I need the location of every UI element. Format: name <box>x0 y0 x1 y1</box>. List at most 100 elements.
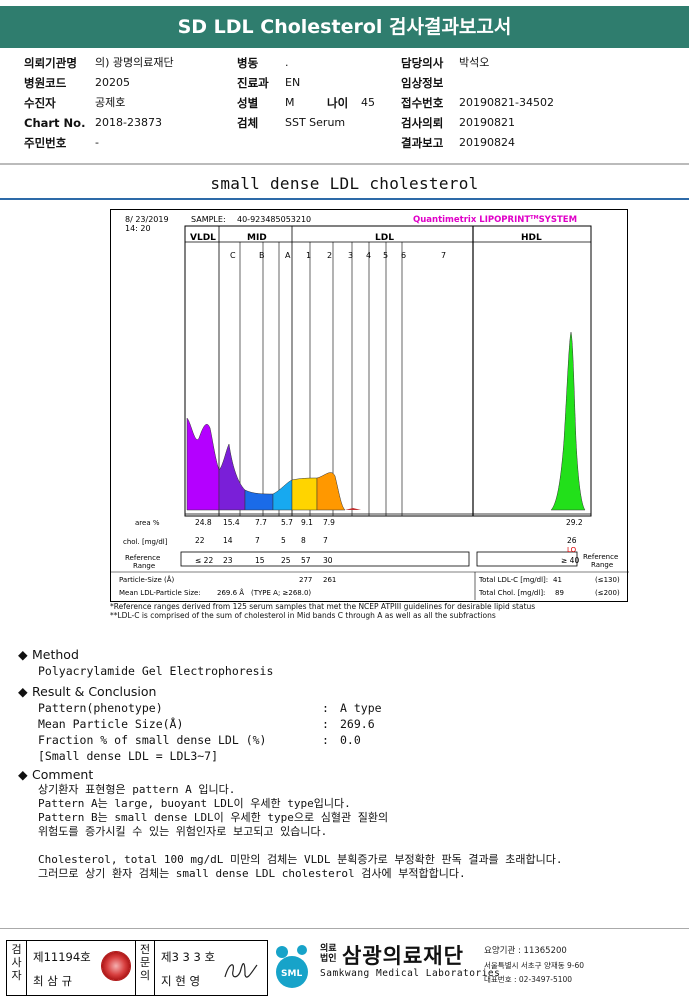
label-age: 나이 <box>327 96 349 110</box>
value-patient: 공제호 <box>95 96 126 109</box>
chol-value: 14 <box>223 536 233 545</box>
peak-ldl-2 <box>316 472 346 511</box>
result-key: Fraction % of small dense LDL (%) <box>38 733 267 747</box>
band-label-mid: C <box>230 251 236 260</box>
particle-size-2: 261 <box>323 576 336 584</box>
divider-blue <box>0 198 689 200</box>
label-hospital-code: 병원코드 <box>24 76 67 90</box>
particle-size-label: Particle-Size (Å) <box>119 575 175 584</box>
band-labels: C B A 1 2 3 4 5 6 7 <box>230 251 446 260</box>
band-label-ldl: 6 <box>401 251 406 260</box>
value-request-date: 20190821 <box>459 116 515 129</box>
ref-value: 23 <box>223 556 233 565</box>
header-mid: MID <box>247 233 267 243</box>
result-key: Mean Particle Size(Å) <box>38 717 184 731</box>
area-value: 15.4 <box>223 518 240 527</box>
label-ward: 병동 <box>237 56 259 70</box>
value-doctor: 박석오 <box>459 56 490 69</box>
label-doctor: 담당의사 <box>401 56 444 70</box>
note-2: **LDL-C is comprised of the sum of chole… <box>110 611 496 620</box>
method-section: ◆ Method Polyacrylamide Gel Electrophores… <box>18 647 678 679</box>
result-section: ◆ Result & Conclusion Pattern(phenotype):… <box>18 684 678 764</box>
plot-frame <box>184 225 592 517</box>
band-label-mid: A <box>285 251 291 260</box>
contact-address: 서울특별시 서초구 양재동 9-60 <box>484 961 585 970</box>
peak-vldl <box>186 417 220 511</box>
ref-row: ≤ 22 23 15 25 57 30 <box>195 556 333 565</box>
row-label-ref: Reference <box>125 554 160 562</box>
result-value: 0.0 <box>340 733 361 747</box>
result-row-fraction: Fraction % of small dense LDL (%):0.0 <box>38 733 361 747</box>
label-department: 진료과 <box>237 76 269 90</box>
band-label-ldl: 4 <box>366 251 371 260</box>
band-label-ldl: 3 <box>348 251 353 260</box>
specialist-label: 전문의 <box>135 941 155 995</box>
comment-heading: Comment <box>32 767 94 782</box>
peak-mid-b <box>244 489 274 511</box>
header-ldl: LDL <box>375 233 394 243</box>
value-report-date: 20190824 <box>459 136 515 149</box>
area-hdl: 29.2 <box>566 518 583 527</box>
peak-mid-a <box>272 479 293 511</box>
result-heading: Result & Conclusion <box>32 684 157 699</box>
label-patient: 수진자 <box>24 96 56 110</box>
label-receipt-no: 접수번호 <box>401 96 444 110</box>
chol-value: 5 <box>281 536 286 545</box>
result-bracket: [Small dense LDL = LDL3~7] <box>38 749 219 763</box>
baseline-tail <box>345 508 361 510</box>
corp-type: 의료 법인 <box>320 944 337 964</box>
report-subtitle: small dense LDL cholesterol <box>210 174 479 193</box>
chol-value: 7 <box>255 536 260 545</box>
comment-line: 위험도를 증가시킬 수 있는 위험인자로 보고되고 있습니다. <box>38 825 328 838</box>
ref-right-label: Reference <box>583 553 618 561</box>
logo-text: SML <box>281 969 302 979</box>
sml-logo-icon: SML <box>276 945 308 988</box>
chol-value: 22 <box>195 536 205 545</box>
contact-tel: 대표번호 : 02-3497-5100 <box>484 975 573 984</box>
corp-name: 삼광의료재단 <box>342 944 464 968</box>
total-ldl-value: 41 <box>553 576 562 584</box>
area-value: 7.9 <box>323 518 335 527</box>
band-label-ldl: 7 <box>441 251 446 260</box>
total-ldl-ref: (≤130) <box>595 576 620 584</box>
value-sex: M <box>285 96 295 109</box>
value-age: 45 <box>361 96 375 109</box>
ref-value: 15 <box>255 556 265 565</box>
mean-ldl-label: Mean LDL-Particle Size: <box>119 589 201 597</box>
ref-hdl: ≥ 40 <box>561 556 579 565</box>
area-value: 24.8 <box>195 518 212 527</box>
total-chol-ref: (≤200) <box>595 589 620 597</box>
value-specimen: SST Serum <box>285 116 346 129</box>
row-label-ref-2: Range <box>133 562 155 570</box>
patient-info: 의뢰기관명 의) 광명의료재단 병동 . 담당의사 박석오 병원코드 20205… <box>0 54 689 154</box>
chol-row: 22 14 7 5 8 7 <box>195 536 328 545</box>
label-request-date: 검사의뢰 <box>401 116 444 130</box>
inspector-name: 최 삼 규 <box>33 974 73 988</box>
diamond-bullet-icon: ◆ <box>18 684 28 699</box>
label-chart-no: Chart No. <box>24 116 86 130</box>
peak-ldl-1 <box>291 477 318 511</box>
ref-value: ≤ 22 <box>195 556 213 565</box>
total-chol-value: 89 <box>555 589 564 597</box>
band-label-ldl: 1 <box>306 251 311 260</box>
band-dividers <box>239 242 403 516</box>
comment-section: ◆ Comment 상기환자 표현형은 pattern A 입니다. Patter… <box>18 767 678 881</box>
header-hdl: HDL <box>521 233 542 243</box>
ref-value: 25 <box>281 556 291 565</box>
value-requester: 의) 광명의료재단 <box>95 56 174 69</box>
total-ldl-label: Total LDL-C [mg/dl]: <box>478 576 548 584</box>
inspector-no: 제11194호 <box>33 950 91 964</box>
peak-hdl <box>550 331 586 511</box>
band-label-mid: B <box>259 251 265 260</box>
label-clinical-info: 임상정보 <box>401 76 444 90</box>
value-resident-no: - <box>95 136 99 149</box>
seal-stamp-icon <box>101 951 131 981</box>
note-1: *Reference ranges derived from 125 serum… <box>110 602 536 611</box>
mean-ldl-value: 269.6 Å <box>217 588 244 597</box>
chol-value: 7 <box>323 536 328 545</box>
brand-name: Quantimetrix LIPOPRINTTMSYSTEM <box>413 215 577 225</box>
label-specimen: 검체 <box>237 116 259 130</box>
report-title: SD LDL Cholesterol 검사결과보고서 <box>0 6 689 48</box>
report-time: 14: 20 <box>125 224 151 233</box>
diamond-bullet-icon: ◆ <box>18 647 28 662</box>
